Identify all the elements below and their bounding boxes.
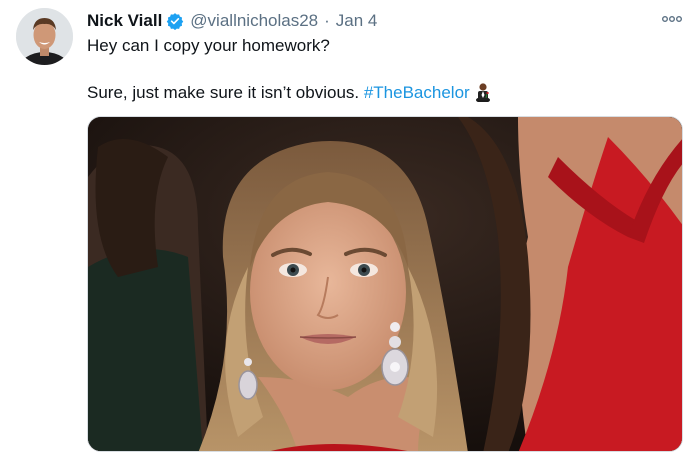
separator-dot: · <box>324 11 330 30</box>
avatar[interactable] <box>16 8 73 65</box>
hashtag-link[interactable]: #TheBachelor <box>364 83 470 102</box>
tweet-photo[interactable] <box>87 116 683 452</box>
profile-photo-icon <box>16 8 73 65</box>
tweet-header: Nick Viall @viallnicholas28 · Jan 4 <box>87 10 377 32</box>
tweet-text-line-2: Sure, just make sure it isn’t obvious. #… <box>87 82 492 103</box>
display-name[interactable]: Nick Viall <box>87 11 162 31</box>
verified-badge-icon <box>166 12 184 31</box>
tweet-date[interactable]: Jan 4 <box>336 11 378 31</box>
more-icon[interactable] <box>660 12 684 26</box>
user-handle[interactable]: @viallnicholas28 <box>190 11 318 31</box>
tweet-photo-icon <box>88 117 682 451</box>
bachelor-rose-emoji-icon <box>474 82 492 103</box>
tweet-text: Sure, just make sure it isn’t obvious. <box>87 83 364 102</box>
tweet-text-line-1: Hey can I copy your homework? <box>87 36 330 55</box>
tweet[interactable]: Nick Viall @viallnicholas28 · Jan 4 Hey … <box>0 0 700 462</box>
